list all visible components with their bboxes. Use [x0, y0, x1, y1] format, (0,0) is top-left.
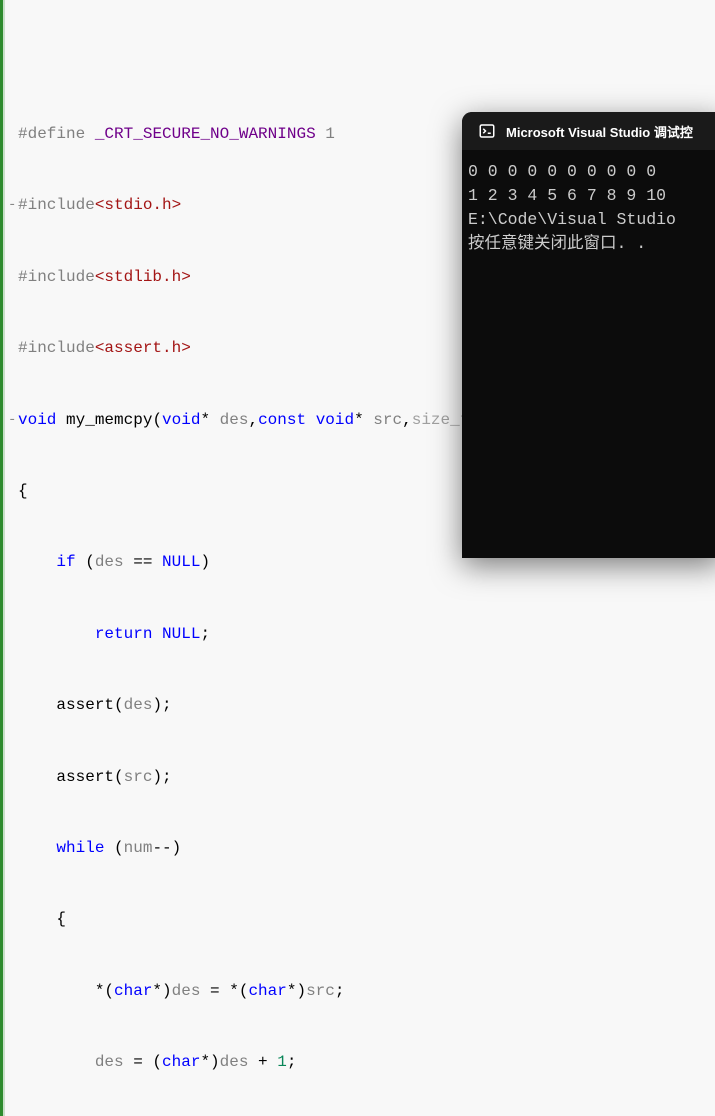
code-line[interactable]: while (num--)	[4, 837, 715, 861]
fold-marker[interactable]: -	[8, 409, 16, 433]
fold-marker[interactable]: -	[8, 194, 16, 218]
console-titlebar[interactable]: Microsoft Visual Studio 调试控	[462, 112, 715, 150]
output-line: 1 2 3 4 5 6 7 8 9 10	[468, 186, 666, 205]
code-line[interactable]: *(char*)des = *(char*)src;	[4, 980, 715, 1004]
output-line: E:\Code\Visual Studio	[468, 210, 676, 229]
output-line: 0 0 0 0 0 0 0 0 0 0	[468, 162, 656, 181]
console-output[interactable]: 0 0 0 0 0 0 0 0 0 0 1 2 3 4 5 6 7 8 9 10…	[462, 150, 715, 266]
code-line[interactable]: assert(des);	[4, 694, 715, 718]
debug-console-window[interactable]: Microsoft Visual Studio 调试控 0 0 0 0 0 0 …	[462, 112, 715, 558]
code-line[interactable]: return NULL;	[4, 623, 715, 647]
output-line: 按任意键关闭此窗口. .	[468, 234, 646, 253]
change-bar-light	[3, 0, 5, 1116]
terminal-icon	[478, 122, 496, 140]
console-title: Microsoft Visual Studio 调试控	[506, 122, 693, 141]
code-line[interactable]: des = (char*)des + 1;	[4, 1051, 715, 1075]
code-line[interactable]: assert(src);	[4, 766, 715, 790]
code-line[interactable]: {	[4, 908, 715, 932]
